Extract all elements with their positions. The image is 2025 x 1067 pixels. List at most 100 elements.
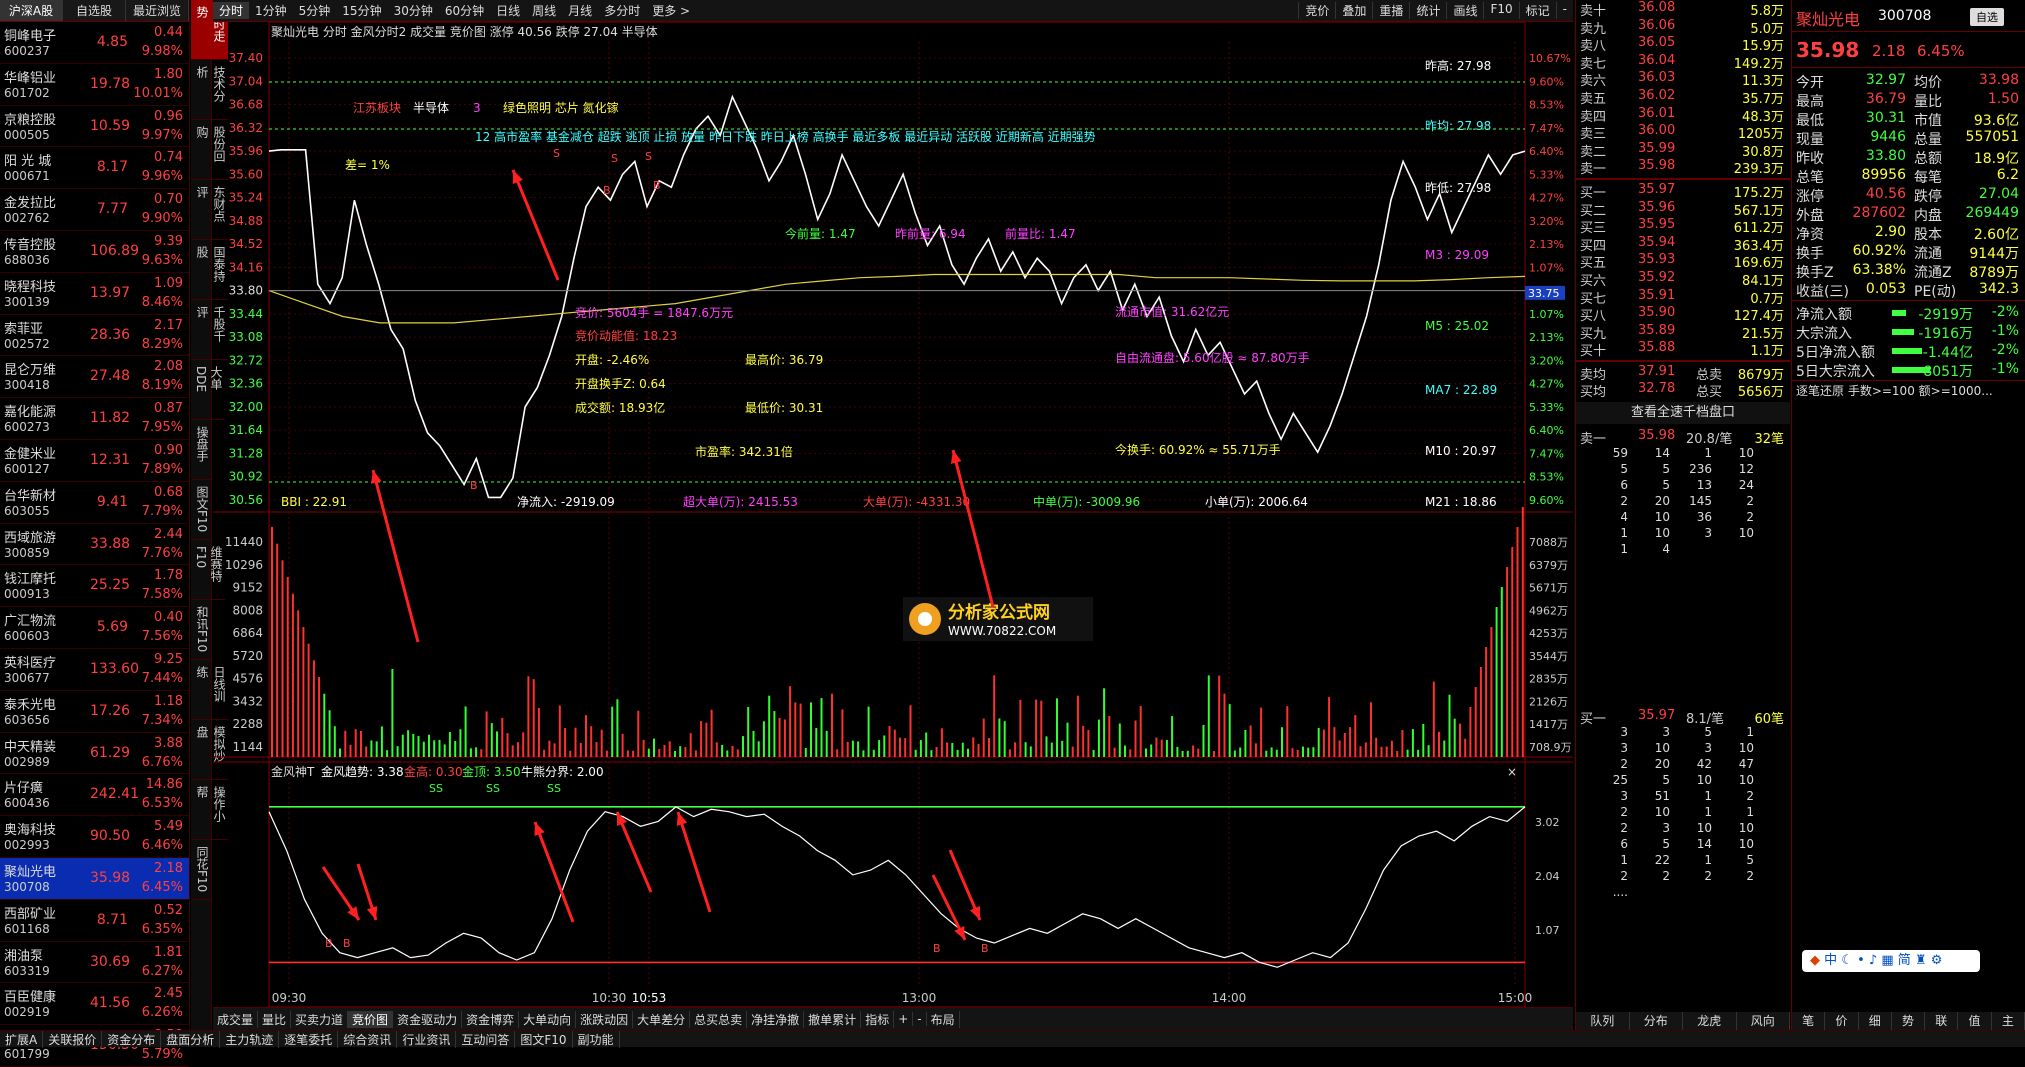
buy-level[interactable]: 买一 35.97 175.2万 bbox=[1576, 182, 1790, 201]
status-tab[interactable]: 主力轨迹 bbox=[220, 1030, 280, 1048]
period-tab[interactable]: 5分钟 bbox=[293, 2, 337, 19]
chart-tab[interactable]: 大单差分 bbox=[633, 1010, 691, 1028]
side-tab[interactable]: 同花F10 bbox=[191, 840, 211, 900]
sell-level[interactable]: 卖三 36.00 1205万 bbox=[1576, 123, 1790, 142]
period-tab[interactable]: 月线 bbox=[562, 2, 598, 19]
full-depth-link[interactable]: 查看全速千档盘口 bbox=[1576, 402, 1790, 425]
chart-tab[interactable]: 总买总卖 bbox=[690, 1010, 748, 1028]
keyboard-icon[interactable]: ▦ bbox=[1881, 953, 1893, 968]
watchlist-row[interactable]: 金健米业 600127 12.31 0.90 7.89% bbox=[0, 440, 189, 482]
side-tab[interactable]: 操盘手 bbox=[191, 420, 211, 480]
sell-level[interactable]: 卖二 35.99 30.8万 bbox=[1576, 141, 1790, 160]
chart-tab[interactable]: 买卖力道 bbox=[291, 1010, 349, 1028]
tab-recent[interactable]: 最近浏览 bbox=[126, 0, 189, 21]
sell-level[interactable]: 卖六 36.03 11.3万 bbox=[1576, 70, 1790, 89]
buy-level[interactable]: 买十 35.88 1.1万 bbox=[1576, 340, 1790, 359]
shirt-icon[interactable]: ♜ bbox=[1915, 953, 1927, 968]
watchlist-row[interactable]: 中天精装 002989 61.29 3.88 6.76% bbox=[0, 733, 189, 775]
buy-level[interactable]: 买三 35.95 611.2万 bbox=[1576, 217, 1790, 236]
watchlist-row[interactable]: 阳 光 城 000671 8.17 0.74 9.96% bbox=[0, 147, 189, 190]
detail-tab[interactable]: 笔 bbox=[1792, 1012, 1826, 1030]
chart-tab[interactable]: 布局 bbox=[927, 1010, 960, 1028]
chart-tab[interactable]: 资金博弈 bbox=[462, 1010, 520, 1028]
chart-tab[interactable]: - bbox=[913, 1012, 927, 1026]
status-tab[interactable]: 资金分布 bbox=[102, 1030, 162, 1048]
chart-tab[interactable]: 资金驱动力 bbox=[393, 1010, 463, 1028]
watchlist-row[interactable]: 百臣健康 002919 41.56 2.45 6.26% bbox=[0, 983, 189, 1026]
period-tab[interactable]: 周线 bbox=[526, 2, 562, 19]
sell-level[interactable]: 卖七 36.04 149.2万 bbox=[1576, 53, 1790, 72]
status-tab[interactable]: 关联报价 bbox=[43, 1030, 103, 1048]
tab-hushen-a[interactable]: 沪深A股 bbox=[0, 0, 63, 21]
status-tab[interactable]: 副功能 bbox=[573, 1030, 620, 1048]
buy-level[interactable]: 买六 35.92 84.1万 bbox=[1576, 270, 1790, 289]
watchlist-row[interactable]: 聚灿光电 300708 35.98 2.18 6.45% bbox=[0, 857, 189, 900]
watchlist-row[interactable]: 西部矿业 601168 8.71 0.52 6.35% bbox=[0, 900, 189, 942]
buy-level[interactable]: 买五 35.93 169.6万 bbox=[1576, 252, 1790, 271]
status-tab[interactable]: 盘面分析 bbox=[161, 1030, 221, 1048]
watchlist-row[interactable]: 台华新材 603055 9.41 0.68 7.79% bbox=[0, 482, 189, 524]
orderbook-tab[interactable]: 龙虎 bbox=[1683, 1012, 1737, 1030]
sell-level[interactable]: 卖四 36.01 48.3万 bbox=[1576, 106, 1790, 125]
trade-filter[interactable]: 逐笔还原 手数>=100 额>=1000... bbox=[1792, 380, 2025, 400]
detail-tab[interactable]: 细 bbox=[1859, 1012, 1892, 1030]
side-tab[interactable]: 图文F10 bbox=[191, 480, 211, 540]
buy-level[interactable]: 买八 35.90 127.4万 bbox=[1576, 305, 1790, 324]
chart-tab[interactable]: 成交量 bbox=[213, 1010, 259, 1028]
watchlist-row[interactable]: 传音控股 688036 106.89 9.39 9.63% bbox=[0, 231, 189, 273]
watchlist-row[interactable]: 广汇物流 600603 5.69 0.40 7.56% bbox=[0, 607, 189, 649]
ime-simplified[interactable]: 简 bbox=[1898, 953, 1911, 968]
side-tab[interactable]: 和讯F10 bbox=[191, 600, 211, 660]
moon-icon[interactable]: ☾ bbox=[1841, 953, 1853, 968]
detail-tab[interactable]: 主 bbox=[1992, 1012, 2025, 1030]
buy-level[interactable]: 买二 35.96 567.1万 bbox=[1576, 200, 1790, 219]
ime-toolbar[interactable]: ◆ 中 ☾ • ♪ ▦ 简 ♜ ⚙ bbox=[1802, 950, 1980, 972]
detail-tab[interactable]: 联 bbox=[1925, 1012, 1959, 1030]
buy-level[interactable]: 买九 35.89 21.5万 bbox=[1576, 323, 1790, 342]
watchlist-row[interactable]: 铜峰电子 600237 4.85 0.44 9.98% bbox=[0, 22, 189, 64]
toolbar-button[interactable]: 标记 bbox=[1518, 2, 1556, 19]
watchlist-row[interactable]: 片仔癀 600436 242.41 14.86 6.53% bbox=[0, 774, 189, 817]
watchlist-row[interactable]: 钱江摩托 000913 25.25 1.78 7.58% bbox=[0, 565, 189, 608]
dot-icon[interactable]: • bbox=[1857, 953, 1865, 968]
watchlist-row[interactable]: 英科医疗 300677 133.60 9.25 7.44% bbox=[0, 649, 189, 691]
period-tab[interactable]: 1分钟 bbox=[249, 2, 293, 19]
ime-chinese[interactable]: 中 bbox=[1824, 953, 1837, 968]
watchlist-row[interactable]: 湘油泵 603319 30.69 1.81 6.27% bbox=[0, 942, 189, 984]
toolbar-button[interactable]: - bbox=[1555, 2, 1573, 19]
period-tab[interactable]: 30分钟 bbox=[388, 2, 439, 19]
watchlist-row[interactable]: 西域旅游 300859 33.88 2.44 7.76% bbox=[0, 524, 189, 566]
intraday-chart[interactable]: 聚灿光电 分时 金风分时2 成交量 竞价图 涨停 40.56 跌停 27.04 … bbox=[213, 22, 1573, 1007]
sell-level[interactable]: 卖九 36.06 5.0万 bbox=[1576, 18, 1790, 37]
period-tab[interactable]: 更多 > bbox=[646, 2, 696, 19]
toolbar-button[interactable]: 竞价 bbox=[1298, 2, 1335, 19]
sell-level[interactable]: 卖一 35.98 239.3万 bbox=[1576, 158, 1790, 177]
detail-tab[interactable]: 势 bbox=[1892, 1012, 1926, 1030]
buy-level[interactable]: 买四 35.94 363.4万 bbox=[1576, 235, 1790, 254]
orderbook-tab[interactable]: 分布 bbox=[1630, 1012, 1683, 1030]
orderbook-tab[interactable]: 队列 bbox=[1576, 1012, 1630, 1030]
sell-level[interactable]: 卖五 36.02 35.7万 bbox=[1576, 88, 1790, 107]
chart-tab[interactable]: 指标 bbox=[861, 1010, 895, 1028]
detail-tab[interactable]: 价 bbox=[1825, 1012, 1859, 1030]
sell-level[interactable]: 卖十 36.08 5.8万 bbox=[1576, 0, 1790, 19]
status-tab[interactable]: 行业资讯 bbox=[397, 1030, 457, 1048]
toolbar-button[interactable]: 画线 bbox=[1446, 2, 1483, 19]
buy-level[interactable]: 买七 35.91 0.7万 bbox=[1576, 288, 1790, 307]
period-tab[interactable]: 60分钟 bbox=[439, 2, 490, 19]
watchlist-row[interactable]: 京粮控股 000505 10.59 0.96 9.97% bbox=[0, 106, 189, 148]
mic-icon[interactable]: ♪ bbox=[1869, 953, 1877, 968]
watchlist-row[interactable]: 华峰铝业 601702 19.78 1.80 10.01% bbox=[0, 64, 189, 106]
status-tab[interactable]: 综合资讯 bbox=[338, 1030, 398, 1048]
tab-favorites[interactable]: 自选股 bbox=[63, 0, 126, 21]
sell-level[interactable]: 卖八 36.05 15.9万 bbox=[1576, 35, 1790, 54]
watchlist-row[interactable]: 晓程科技 300139 13.97 1.09 8.46% bbox=[0, 273, 189, 315]
toolbar-button[interactable]: 统计 bbox=[1409, 2, 1446, 19]
chart-tab[interactable]: 量比 bbox=[258, 1010, 292, 1028]
chart-tab[interactable]: 涨跌动因 bbox=[576, 1010, 634, 1028]
toolbar-button[interactable]: F10 bbox=[1483, 2, 1518, 19]
chart-tab[interactable]: 净挂净撤 bbox=[747, 1010, 805, 1028]
period-tab[interactable]: 15分钟 bbox=[336, 2, 387, 19]
orderbook-tab[interactable]: 风向 bbox=[1737, 1012, 1790, 1030]
status-tab[interactable]: 图文F10 bbox=[515, 1030, 573, 1048]
